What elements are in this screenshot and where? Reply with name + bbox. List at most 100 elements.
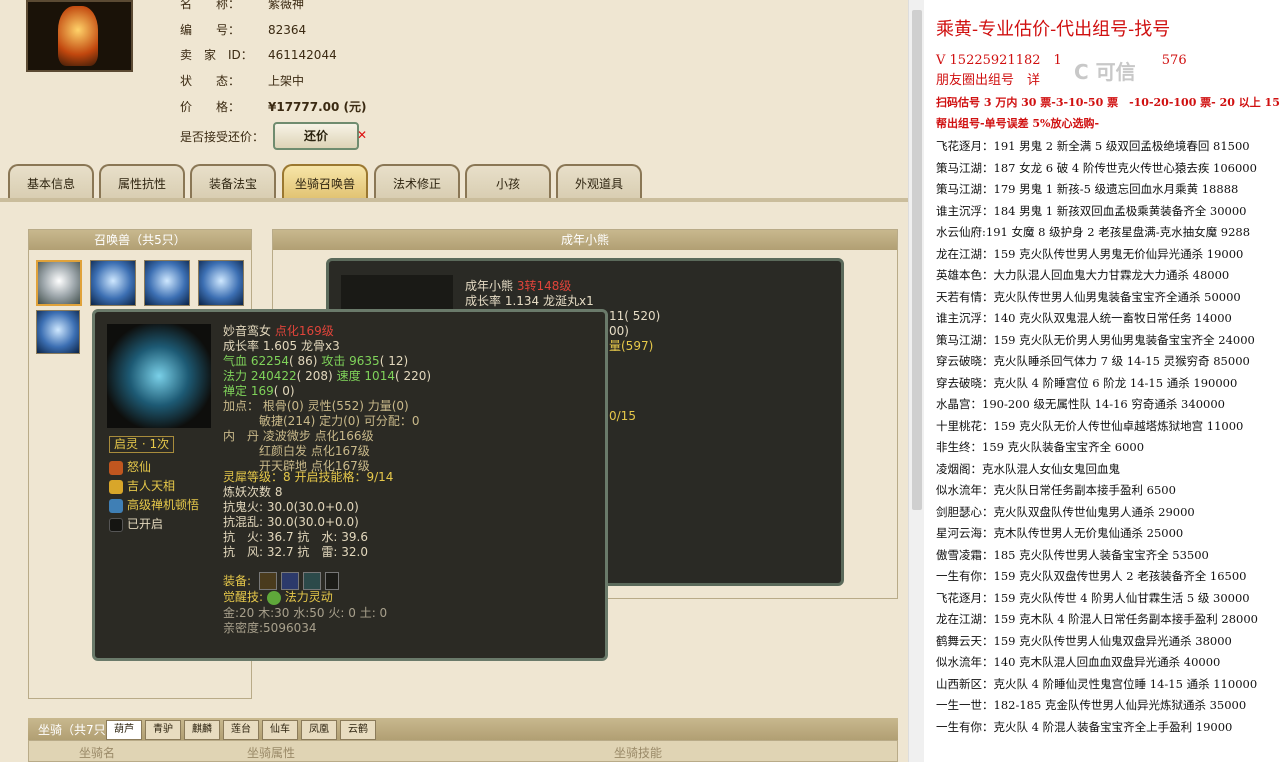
summon-lianyao: 炼妖次数 8	[223, 485, 283, 499]
notes-header: 乘黄-专业估价-代出组号-找号	[936, 19, 1171, 40]
mount-tab-7[interactable]: 云鹤	[340, 720, 376, 740]
equip-slot-1-icon[interactable]	[259, 572, 277, 590]
summon-slot-4[interactable]	[198, 260, 244, 306]
listing-line-11: 穿云破晓：克火队睡杀回气体力 7 级 14-15 灵猴穷奇 85000	[936, 354, 1250, 368]
child-stat-fragment-3: 量(597)	[609, 339, 654, 353]
summon-awaken: 觉醒技: 法力灵动	[223, 590, 333, 605]
summon-slot-3[interactable]	[144, 260, 190, 306]
bargain-row: 是否接受还价：	[180, 130, 265, 144]
child-panel-title: 成年小熊	[273, 230, 897, 250]
listing-line-4: 谁主沉浮：184 男鬼 1 新孩双回血孟极乘黄装备齐全 30000	[936, 204, 1247, 218]
seller-row: 卖 家 ID： 461142044	[180, 48, 337, 62]
listing-line-27: 一生一世：182-185 克金队传世男人仙异光炼狱通杀 35000	[936, 698, 1247, 712]
summon-tooltip: 妙音鸾女 点化169级 成长率 1.605 龙骨x3 气血 62254( 86)…	[92, 309, 608, 661]
listing-line-12: 穿去破晓：克火队 4 阶睡宫位 6 阶龙 14-15 通杀 190000	[936, 376, 1238, 390]
name-row: 名 称： 紫薇神	[180, 0, 305, 11]
listing-line-16: 凌烟阁：克水队混人女仙女鬼回血鬼	[936, 462, 1120, 476]
tab-basic-info[interactable]: 基本信息	[8, 164, 94, 200]
listing-line-26: 山西新区：克火队 4 阶睡仙灵性鬼宫位睡 14-15 通杀 110000	[936, 677, 1258, 691]
listing-line-14: 十里桃花：159 克火队无价人传世仙卓越塔炼狱地宫 11000	[936, 419, 1244, 433]
listing-line-15: 非生终：159 克火队装备宝宝齐全 6000	[936, 440, 1145, 454]
mount-tab-4[interactable]: 莲台	[223, 720, 259, 740]
listing-line-28: 一生有你：克火队 4 阶混人装备宝宝齐全上手盈利 19000	[936, 720, 1233, 734]
close-icon[interactable]: ✕	[357, 128, 367, 142]
notes-promo-1: 扫码估号 3 万内 30 票-3-10-50 票 -10-20-100 票- 2…	[936, 96, 1280, 109]
mount-tab-5[interactable]: 仙车	[262, 720, 298, 740]
listing-line-6: 龙在江湖：159 克火队传世男人男鬼无价仙异光通杀 19000	[936, 247, 1244, 261]
id-row: 编 号： 82364	[180, 23, 307, 37]
summon-resist-ghost: 抗鬼火: 30.0(30.0+0.0)	[223, 500, 359, 514]
tab-appearance[interactable]: 外观道具	[556, 164, 642, 200]
listing-line-9: 谁主沉浮：140 克火队双鬼混人统一畜牧日常任务 14000	[936, 311, 1232, 325]
nuxian-skill-icon	[109, 460, 123, 475]
summon-intimacy: 亲密度:5096034	[223, 621, 317, 635]
listing-line-2: 策马江湖：187 女龙 6 破 4 阶传世克火传世心猿去疾 106000	[936, 161, 1257, 175]
summon-resist-wind-thunder: 抗 风: 32.7 抗 雷: 32.0	[223, 545, 368, 559]
summon-equip-label: 装备:	[223, 574, 252, 588]
listing-line-22: 飞花逐月：159 克火队传世 4 阶男人仙甘霖生活 5 级 30000	[936, 591, 1250, 605]
child-growth: 成长率 1.134 龙涎丸x1	[465, 294, 594, 308]
listing-line-24: 鹤舞云天：159 克火队传世男人仙鬼双盘异光通杀 38000	[936, 634, 1232, 648]
tab-spell-correction[interactable]: 法术修正	[374, 164, 460, 200]
summon-slot-1[interactable]	[36, 260, 82, 306]
ability-nuxian[interactable]: 怒仙	[109, 458, 151, 476]
listing-line-13: 水晶宫：190-200 级无属性队 14-16 穷奇通杀 340000	[936, 397, 1225, 411]
summon-name-line: 妙音鸾女 点化169级	[223, 324, 334, 338]
scrollbar-thumb[interactable]	[912, 10, 922, 510]
summon-neidan-2: 红颜白发 点化167级	[259, 444, 370, 458]
equip-slot-4-icon[interactable]	[325, 572, 339, 590]
summon-slot-2[interactable]	[90, 260, 136, 306]
listing-line-5: 水云仙府:191 女魔 8 级护身 2 老孩星盘满-克水抽女魔 9288	[936, 225, 1251, 239]
child-stat-fragment-2: 00)	[609, 324, 629, 338]
qiling-badge: 启灵 · 1次	[109, 436, 175, 453]
mount-tab-1[interactable]: 葫芦	[106, 720, 142, 740]
notes-promo-2: 帮出组号-单号误差 5%放心选购-	[936, 117, 1100, 130]
summon-hp-atk: 气血 62254( 86) 攻击 9635( 12)	[223, 354, 409, 368]
listing-line-3: 策马江湖：179 男鬼 1 新孩-5 级遗忘回血水月乘黄 18888	[936, 182, 1239, 196]
listing-line-1: 飞花逐月：191 男鬼 2 新全满 5 级双回孟极绝境春回 81500	[936, 139, 1250, 153]
child-stat-fragment-1: 11( 520)	[609, 309, 661, 323]
status-row: 状 态： 上架中	[180, 74, 305, 88]
character-figure-icon	[58, 6, 98, 66]
ability-jirentianxiang[interactable]: 吉人天相	[109, 477, 175, 495]
price-row: 价 格： ¥17777.00 (元)	[180, 100, 367, 114]
ability-opened[interactable]: 已开启	[109, 515, 163, 533]
listing-line-7: 英雄本色：大力队混人回血鬼大力甘霖龙大力通杀 48000	[936, 268, 1230, 282]
tab-attributes[interactable]: 属性抗性	[99, 164, 185, 200]
mount-tab-2[interactable]: 青驴	[145, 720, 181, 740]
tab-divider	[0, 198, 908, 202]
listing-line-20: 傲雪凌霜：185 克火队传世男人装备宝宝齐全 53500	[936, 548, 1209, 562]
child-name-line: 成年小熊 3转148级	[465, 279, 572, 293]
tab-equipment[interactable]: 装备法宝	[190, 164, 276, 200]
equip-slot-2-icon[interactable]	[281, 572, 299, 590]
notes-contact: V 15225921182 1 576	[936, 53, 1187, 68]
summon-elements: 金:20 木:30 水:50 火: 0 土: 0	[223, 606, 388, 620]
empty-slot-icon	[109, 517, 123, 532]
chanji-skill-icon	[109, 498, 123, 513]
ability-chanji[interactable]: 高级禅机顿悟	[109, 496, 199, 514]
jirentianxiang-skill-icon	[109, 479, 123, 494]
listing-line-8: 天若有情：克火队传世男人仙男鬼装备宝宝齐全通杀 50000	[936, 290, 1241, 304]
summon-ding: 禅定 169( 0)	[223, 384, 295, 398]
summon-slot-5[interactable]	[36, 310, 80, 354]
listing-line-21: 一生有你：159 克火队双盘传世男人 2 老孩装备齐全 16500	[936, 569, 1247, 583]
mount-tab-6[interactable]: 凤凰	[301, 720, 337, 740]
col-mount-name: 坐骑名	[79, 746, 116, 760]
child-stat-fragment-4: 0/15	[609, 409, 636, 423]
listing-line-18: 剑胆瑟心：克火队双盘队传世仙鬼男人通杀 29000	[936, 505, 1195, 519]
equip-slot-3-icon[interactable]	[303, 572, 321, 590]
mount-tab-3[interactable]: 麒麟	[184, 720, 220, 740]
listing-line-17: 似水流年：克火队日常任务副本接手盈利 6500	[936, 483, 1176, 497]
page-scrollbar[interactable]	[908, 0, 924, 762]
col-mount-skill: 坐骑技能	[614, 746, 663, 760]
col-mount-attr: 坐骑属性	[247, 746, 296, 760]
character-avatar	[26, 0, 133, 72]
tab-mounts-summons[interactable]: 坐骑召唤兽	[282, 164, 368, 200]
tab-child[interactable]: 小孩	[465, 164, 551, 200]
summon-lingxi: 灵犀等级：8 开启技能格：9/14	[223, 470, 394, 484]
notes-friend: 朋友圈出组号 详	[936, 73, 1041, 88]
mount-table-header: 坐骑名 坐骑属性 坐骑技能	[28, 740, 898, 762]
summon-addpoint-2: 敏捷(214) 定力(0) 可分配：0	[259, 414, 420, 428]
bargain-button[interactable]: 还价	[273, 122, 359, 150]
summon-resist-fire-water: 抗 火: 36.7 抗 水: 39.6	[223, 530, 368, 544]
